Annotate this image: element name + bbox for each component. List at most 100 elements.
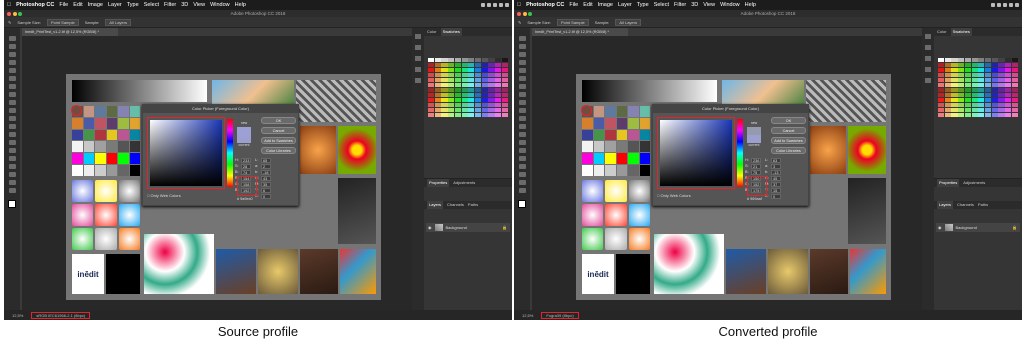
swatch-cell[interactable] — [481, 112, 488, 118]
swatch-cell[interactable] — [475, 67, 482, 73]
only-web-colors-checkbox[interactable]: □ Only Web Colors — [147, 193, 181, 198]
swatch-cell[interactable] — [944, 97, 951, 103]
hand-tool-icon[interactable] — [8, 180, 16, 185]
swatch-cell[interactable] — [944, 72, 951, 78]
brush-tool-icon[interactable] — [518, 92, 526, 97]
swatch-cell[interactable] — [958, 87, 965, 93]
menu-select[interactable]: Select — [654, 2, 669, 8]
swatch-cell[interactable] — [488, 77, 495, 83]
saturation-brightness-field[interactable] — [660, 120, 732, 186]
swatch-cell[interactable] — [475, 62, 482, 68]
sample-size-select[interactable]: Point Sample — [556, 18, 589, 26]
a-field[interactable]: 3 — [771, 163, 781, 169]
swatch-cell[interactable] — [938, 102, 945, 108]
swatch-cell[interactable] — [454, 72, 461, 78]
menu-file[interactable]: File — [59, 2, 68, 8]
swatch-cell[interactable] — [488, 107, 495, 113]
swatch-cell[interactable] — [938, 107, 945, 113]
only-web-colors-checkbox[interactable]: □ Only Web Colors — [657, 193, 691, 198]
hue-field[interactable]: 236 — [751, 157, 761, 163]
swatch-cell[interactable] — [428, 77, 435, 83]
swatch-cell[interactable] — [454, 67, 461, 73]
hex-field[interactable]: # 969aaf — [747, 197, 762, 201]
swatch-cell[interactable] — [461, 67, 468, 73]
swatch-cell[interactable] — [495, 102, 502, 108]
swatch-cell[interactable] — [1005, 107, 1012, 113]
swatch-cell[interactable] — [481, 102, 488, 108]
brush-tool-icon[interactable] — [8, 92, 16, 97]
swatch-cell[interactable] — [951, 62, 958, 68]
paragraph-icon[interactable] — [415, 67, 421, 72]
swatch-cell[interactable] — [461, 112, 468, 118]
swatch-cell[interactable] — [985, 97, 992, 103]
swatch-cell[interactable] — [481, 97, 488, 103]
cyan-field[interactable]: 45 — [771, 175, 781, 181]
zoom-tool-icon[interactable] — [8, 188, 16, 193]
swatch-cell[interactable] — [475, 112, 482, 118]
canvas-area[interactable]: inēdit Color Picker (Foreground Color) n… — [532, 36, 922, 310]
swatch-cell[interactable] — [978, 112, 985, 118]
current-color-swatch[interactable] — [237, 135, 251, 143]
swatch-cell[interactable] — [1011, 67, 1018, 73]
eyedropper-tool-icon[interactable] — [8, 76, 16, 81]
swatch-cell[interactable] — [951, 107, 958, 113]
pen-tool-icon[interactable] — [8, 148, 16, 153]
swatch-cell[interactable] — [461, 77, 468, 83]
gradient-tool-icon[interactable] — [8, 124, 16, 129]
swatch-cell[interactable] — [441, 72, 448, 78]
swatch-cell[interactable] — [501, 107, 508, 113]
swatch-cell[interactable] — [951, 82, 958, 88]
swatch-cell[interactable] — [428, 58, 435, 63]
swatch-cell[interactable] — [488, 67, 495, 73]
swatch-cell[interactable] — [944, 58, 951, 63]
swatch-cell[interactable] — [481, 72, 488, 78]
crop-tool-icon[interactable] — [8, 68, 16, 73]
swatch-cell[interactable] — [481, 67, 488, 73]
swatch-cell[interactable] — [454, 92, 461, 98]
move-tool-icon[interactable] — [518, 36, 526, 41]
swatch-cell[interactable] — [468, 67, 475, 73]
history-icon[interactable] — [925, 34, 931, 39]
swatch-cell[interactable] — [488, 72, 495, 78]
black-field[interactable]: 0 — [261, 193, 271, 199]
swatch-cell[interactable] — [434, 72, 441, 78]
swatch-cell[interactable] — [958, 107, 965, 113]
swatch-cell[interactable] — [488, 97, 495, 103]
add-to-swatches-button[interactable]: Add to Swatches — [261, 137, 296, 144]
swatch-cell[interactable] — [495, 58, 502, 63]
swatch-cell[interactable] — [461, 82, 468, 88]
swatch-cell[interactable] — [1011, 77, 1018, 83]
swatch-cell[interactable] — [938, 97, 945, 103]
swatch-cell[interactable] — [461, 87, 468, 93]
layer-row-background[interactable]: ◉ Background 🔒 — [426, 223, 510, 232]
swatch-cell[interactable] — [1011, 62, 1018, 68]
tab-channels[interactable]: Channels — [957, 201, 974, 209]
tab-properties[interactable]: Properties — [937, 179, 960, 187]
layer-row-background[interactable]: ◉ Background 🔒 — [936, 223, 1020, 232]
swatch-cell[interactable] — [428, 87, 435, 93]
swatch-cell[interactable] — [495, 92, 502, 98]
swatch-cell[interactable] — [454, 87, 461, 93]
tab-adjustments[interactable]: Adjustments — [453, 179, 475, 187]
swatch-cell[interactable] — [475, 87, 482, 93]
swatch-cell[interactable] — [481, 62, 488, 68]
swatch-cell[interactable] — [958, 97, 965, 103]
menu-window[interactable]: Window — [210, 2, 230, 8]
cancel-button[interactable]: Cancel — [261, 127, 296, 134]
swatch-cell[interactable] — [441, 97, 448, 103]
swatch-cell[interactable] — [461, 107, 468, 113]
menu-filter[interactable]: Filter — [164, 2, 176, 8]
brightness-field[interactable]: 74 — [241, 169, 251, 175]
brush-settings-icon[interactable] — [415, 78, 421, 83]
marquee-tool-icon[interactable] — [8, 44, 16, 49]
swatch-cell[interactable] — [964, 112, 971, 118]
swatch-cell[interactable] — [978, 82, 985, 88]
swatch-cell[interactable] — [441, 77, 448, 83]
swatch-cell[interactable] — [978, 97, 985, 103]
swatch-cell[interactable] — [495, 87, 502, 93]
dodge-tool-icon[interactable] — [518, 140, 526, 145]
swatch-cell[interactable] — [998, 107, 1005, 113]
swatch-cell[interactable] — [448, 58, 455, 63]
swatch-cell[interactable] — [978, 58, 985, 63]
swatch-cell[interactable] — [488, 112, 495, 118]
